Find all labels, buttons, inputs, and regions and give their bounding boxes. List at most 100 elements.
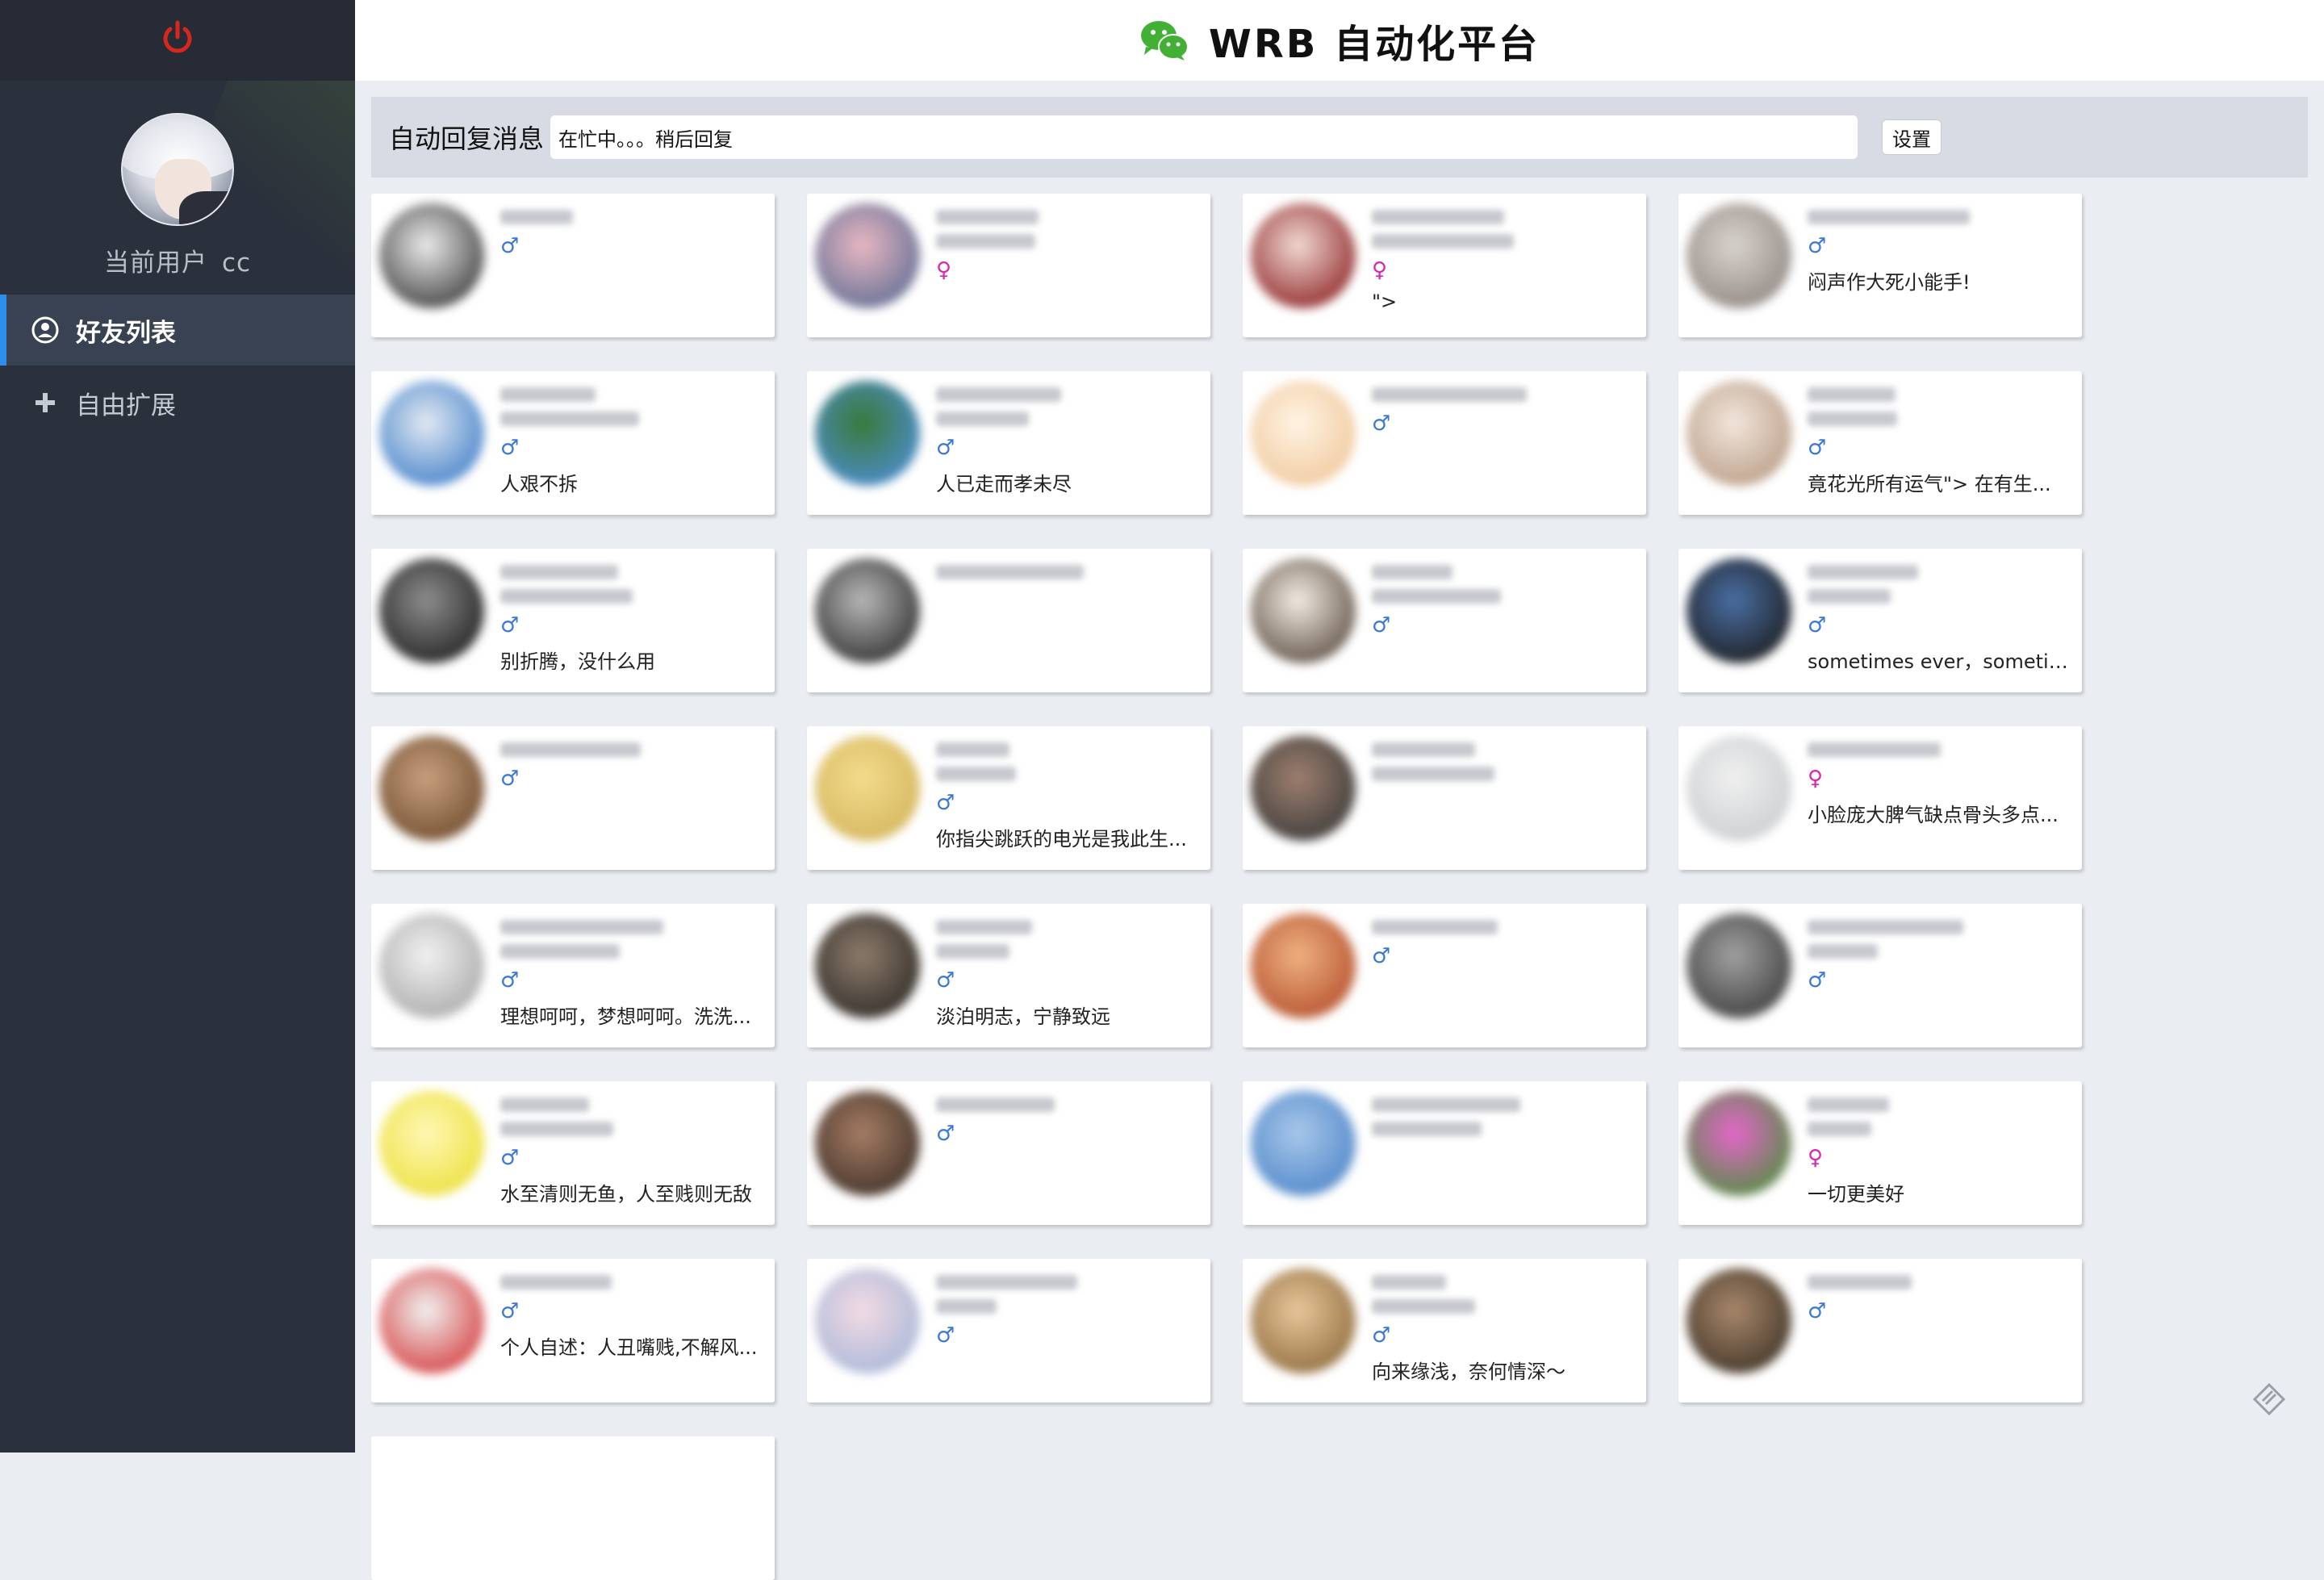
friend-name-redacted [936,210,1039,224]
friend-info: ♂ sometimes ever，sometim... [1808,565,2074,674]
friend-name-redacted [936,565,1084,579]
friend-info [1372,1097,1638,1178]
friend-card[interactable]: ♀ "> [1243,194,1646,337]
friend-info: ♂ 理想呵呵，梦想呵呵。洗洗... [500,920,767,1029]
friend-card[interactable]: ♂ [807,1081,1210,1225]
friend-info: ♂ 你指尖跳跃的电光是我此生... [936,742,1202,851]
friend-card[interactable]: ♂ 理想呵呵，梦想呵呵。洗洗... [371,904,775,1047]
gender-icon: ♂ [500,1299,520,1323]
friend-info: ♂ [1808,1275,2074,1331]
friend-remark-redacted [936,234,1035,249]
friend-signature: 向来缘浅，奈何情深～ [1372,1361,1565,1383]
friend-card[interactable]: ♂ 别折腾，没什么用 [371,549,775,692]
friend-name-redacted [500,1097,589,1112]
friend-name-redacted [1372,1275,1446,1289]
friend-card[interactable]: ♂ 人已走而孝未尽 [807,371,1210,515]
friend-avatar [1687,558,1791,663]
friend-info: ♂ 人艰不拆 [500,387,767,496]
friend-card[interactable]: ♂ 向来缘浅，奈何情深～ [1243,1259,1646,1402]
friend-card[interactable] [1243,1081,1646,1225]
friend-card[interactable]: ♂ [1243,549,1646,692]
friend-card[interactable]: ♂ [807,1259,1210,1402]
gender-icon: ♂ [936,436,955,460]
friend-name-redacted [1808,210,1970,224]
gender-icon: ♂ [1372,944,1391,968]
sidebar-item-label: 自由扩展 [76,391,176,420]
auto-reply-input[interactable] [550,115,1858,159]
friend-card[interactable] [371,1436,775,1580]
friend-remark-redacted [500,944,620,959]
gender-icon: ♂ [1372,1323,1391,1348]
gender-icon: ♀ [1372,258,1388,282]
friend-remark-redacted [1372,1299,1475,1314]
friend-signature: 小脸庞大脾气缺点骨头多点... [1808,804,2059,826]
friend-card[interactable]: ♂ [1678,1259,2082,1402]
friend-card[interactable]: ♂ [1678,904,2082,1047]
friend-card[interactable] [1243,726,1646,870]
friend-avatar [815,736,920,841]
friend-card[interactable]: ♀ 一切更美好 [1678,1081,2082,1225]
friend-avatar [1251,1269,1356,1373]
friend-remark-redacted [1372,1122,1482,1136]
friend-card[interactable]: ♂ [1243,371,1646,515]
friend-name-redacted [1372,920,1498,934]
friend-card[interactable]: ♂ [371,726,775,870]
friend-info: ♂ 闷声作大死小能手! [1808,210,2074,295]
settings-button[interactable]: 设置 [1882,119,1942,155]
friend-remark-redacted [936,1299,997,1314]
friend-card[interactable]: ♂ 个人自述：人丑嘴贱,不解风... [371,1259,775,1402]
friend-info: ♂ [1372,387,1638,444]
friend-name-redacted [1372,210,1504,224]
friend-card[interactable] [807,549,1210,692]
plus-icon [36,393,55,412]
friend-avatar [379,1269,484,1373]
sidebar: 当前用户 cc 好友列表 自由扩展 [0,0,355,1453]
gender-icon: ♂ [1808,436,1827,460]
friend-card[interactable]: ♂ 人艰不拆 [371,371,775,515]
friend-card[interactable]: ♂ 竟花光所有运气"> 在有生... [1678,371,2082,515]
feedback-icon[interactable] [2251,1381,2287,1417]
friend-remark-redacted [936,767,1016,781]
friend-avatar [1687,913,1791,1018]
friend-card[interactable]: ♂ [371,194,775,337]
sidebar-item-friends[interactable]: 好友列表 [0,295,355,366]
friend-info: ♂ [936,1097,1202,1154]
friend-name-redacted [500,1275,612,1289]
friend-info: ♂ [936,1275,1202,1356]
power-icon[interactable] [158,19,197,58]
gender-icon [1372,1146,1638,1170]
friend-card[interactable]: ♂ sometimes ever，sometim... [1678,549,2082,692]
friend-remark-redacted [500,589,633,604]
friend-name-redacted [1808,742,1941,757]
friend-card[interactable]: ♀ [807,194,1210,337]
friend-card[interactable]: ♀ 小脸庞大脾气缺点骨头多点... [1678,726,2082,870]
friend-avatar [815,1091,920,1196]
friend-avatar [379,736,484,841]
friend-card[interactable]: ♂ 淡泊明志，宁静致远 [807,904,1210,1047]
friend-name-redacted [1372,387,1527,402]
avatar [121,113,234,226]
friend-info: ♂ 淡泊明志，宁静致远 [936,920,1202,1029]
friend-signature: 一切更美好 [1808,1183,1904,1206]
friend-signature: 淡泊明志，宁静致远 [936,1005,1110,1028]
friend-name-redacted [1372,742,1475,757]
friend-signature: 人已走而孝未尽 [936,473,1072,495]
friend-remark-redacted [1808,1122,1871,1136]
sidebar-item-extensions[interactable]: 自由扩展 [0,367,355,438]
friend-remark-redacted [1372,589,1501,604]
friend-avatar [379,558,484,663]
friend-signature: 闷声作大死小能手! [1808,271,1971,294]
friend-info: ♀ "> [1372,210,1638,313]
gender-icon: ♂ [500,436,520,460]
friend-info: ♂ [1372,920,1638,976]
gender-icon: ♂ [1808,1299,1827,1323]
friend-info [1372,742,1638,823]
gender-icon: ♀ [936,258,952,282]
gender-icon [1372,791,1638,815]
friend-card[interactable]: ♂ 水至清则无鱼，人至贱则无敌 [371,1081,775,1225]
current-user-panel: 当前用户 cc [0,81,355,295]
friend-remark-redacted [936,412,1029,426]
friend-card[interactable]: ♂ [1243,904,1646,1047]
friend-card[interactable]: ♂ 你指尖跳跃的电光是我此生... [807,726,1210,870]
friend-card[interactable]: ♂ 闷声作大死小能手! [1678,194,2082,337]
